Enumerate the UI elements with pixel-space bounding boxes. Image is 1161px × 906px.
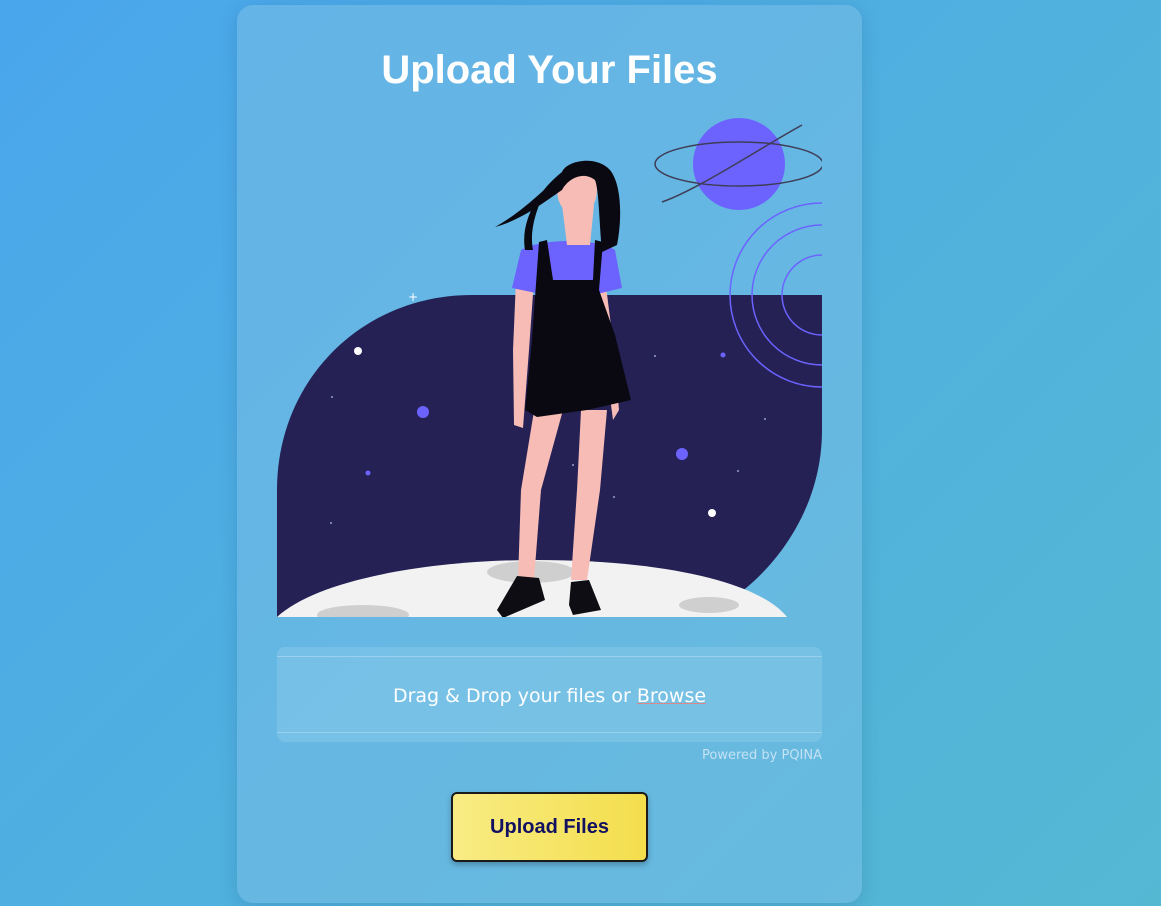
dropzone-instruction: Drag & Drop your files or: [392, 685, 631, 707]
browse-link[interactable]: Browse: [637, 685, 706, 707]
dropzone-divider-bottom: [277, 732, 822, 733]
file-dropzone[interactable]: Drag & Drop your files or Browse: [277, 647, 822, 742]
girl-on-moon-illustration: +: [277, 118, 822, 617]
upload-files-button[interactable]: Upload Files: [451, 792, 648, 862]
planet-icon: [693, 118, 785, 210]
powered-by-credit[interactable]: Powered by PQINA: [702, 748, 822, 763]
dropzone-divider-top: [277, 656, 822, 657]
dropzone-label: Drag & Drop your files or Browse: [277, 684, 822, 708]
svg-text:+: +: [408, 290, 418, 304]
page-title: Upload Your Files: [381, 48, 718, 92]
upload-card: Upload Your Files + Drag & Drop your fil…: [237, 5, 862, 903]
